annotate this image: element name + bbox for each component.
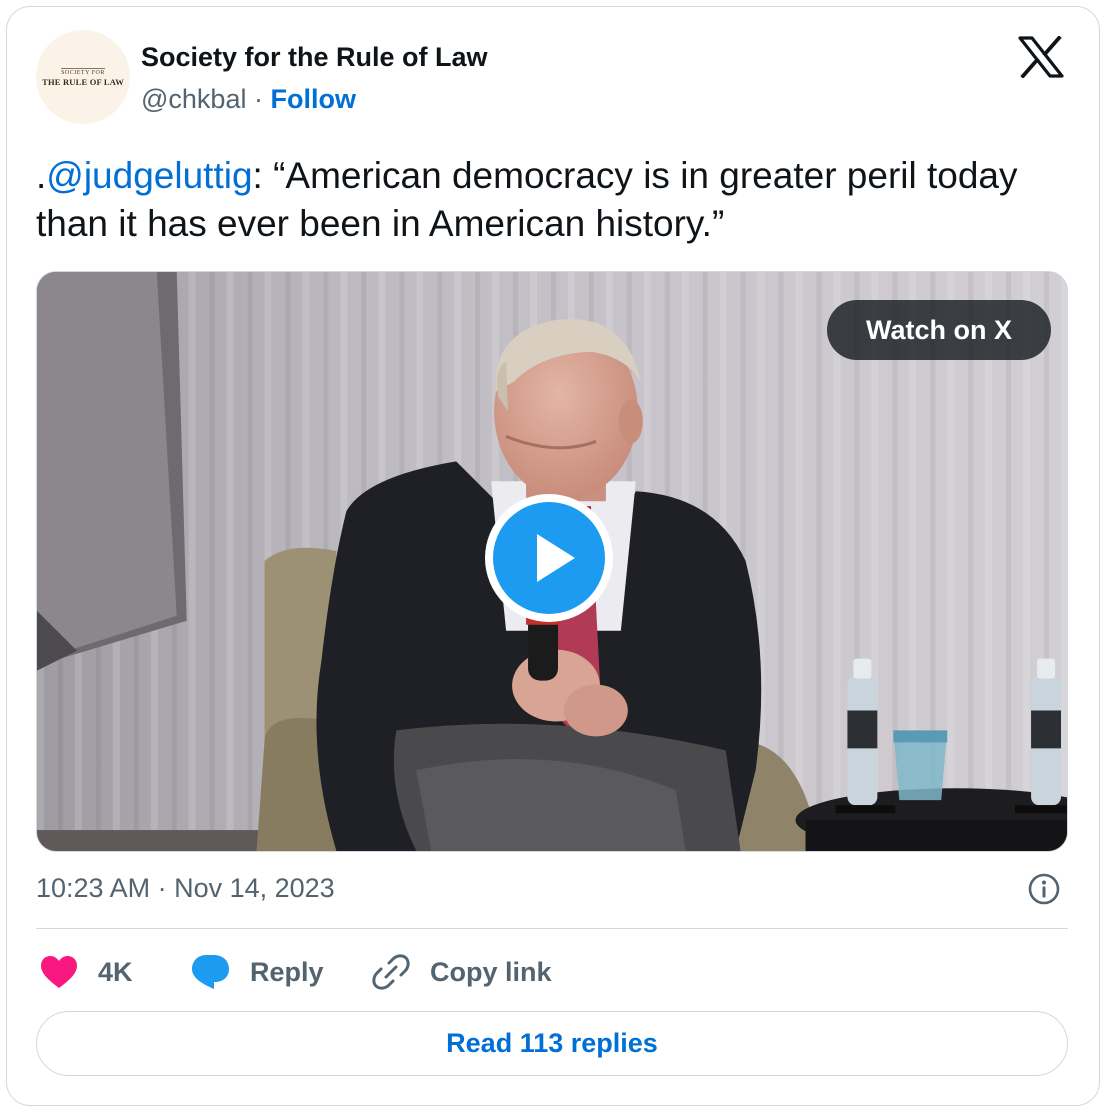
avatar-line-small: Society for — [61, 67, 105, 76]
watch-on-x-button[interactable]: Watch on X — [827, 300, 1051, 360]
tweet-timestamp[interactable]: 10:23 AM · Nov 14, 2023 — [36, 873, 335, 904]
avatar[interactable]: Society for The Rule of Law — [36, 30, 130, 124]
play-icon — [537, 534, 575, 582]
link-icon — [372, 954, 410, 990]
reply-label: Reply — [250, 956, 324, 987]
author-handle[interactable]: @chkbal — [141, 84, 246, 114]
meta-separator: · — [246, 84, 271, 114]
video-player[interactable]: Watch on X — [36, 271, 1068, 852]
reply-button[interactable]: Reply — [190, 950, 324, 994]
like-button[interactable]: 4K — [40, 950, 133, 994]
like-count: 4K — [98, 956, 133, 987]
divider — [36, 928, 1068, 929]
copy-link-label: Copy link — [430, 956, 552, 987]
play-button[interactable] — [485, 494, 613, 622]
tweet-text-prefix: . — [36, 155, 47, 196]
avatar-line-big: The Rule of Law — [42, 76, 124, 87]
mention-link[interactable]: @judgeluttig — [46, 155, 252, 196]
read-replies-button[interactable]: Read 113 replies — [36, 1011, 1068, 1076]
author-meta: @chkbal · Follow — [141, 84, 356, 115]
heart-icon — [41, 956, 77, 988]
tweet-text: .@judgeluttig: “American democracy is in… — [36, 152, 1056, 248]
x-logo-icon[interactable] — [1018, 36, 1064, 78]
follow-link[interactable]: Follow — [270, 84, 355, 114]
info-icon[interactable] — [1028, 873, 1060, 905]
author-name[interactable]: Society for the Rule of Law — [141, 42, 488, 73]
reply-bubble-icon — [192, 955, 229, 989]
copy-link-button[interactable]: Copy link — [372, 950, 552, 994]
